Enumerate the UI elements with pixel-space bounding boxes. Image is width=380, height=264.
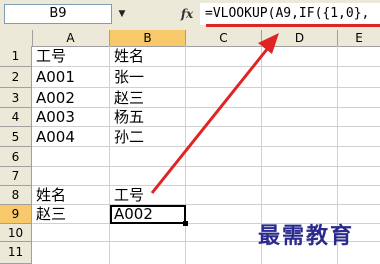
annotation-arrow-shaft <box>150 47 270 194</box>
annotation-arrowhead <box>258 33 279 54</box>
watermark: 最需教育 <box>258 223 355 249</box>
spreadsheet-window: B9 ▼ fx =VLOOKUP(A9,IF({1,0}, A B C D E … <box>0 0 380 264</box>
